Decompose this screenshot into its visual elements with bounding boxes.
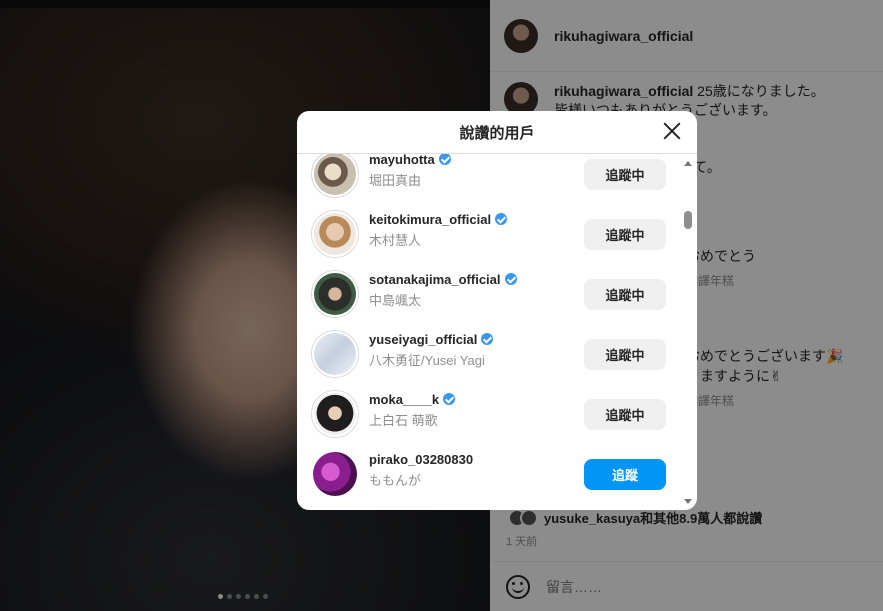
row-fullname: 堀田真由 [369,173,422,188]
list-item: moka____k 上白石 萌歌 追蹤中 [297,384,683,444]
list-item: yuseiyagi_official 八木勇征/Yusei Yagi 追蹤中 [297,324,683,384]
verified-badge-icon [504,273,517,285]
verified-badge-icon [495,213,508,225]
avatar[interactable] [311,154,359,198]
row-username[interactable]: keitokimura_official [369,212,491,227]
list-item: pirako_03280830 ももんが 追蹤 [297,444,683,504]
scrollbar-thumb[interactable] [684,211,692,229]
close-icon[interactable] [663,122,681,140]
row-fullname: 中島颯太 [369,293,422,308]
scrollbar[interactable] [683,161,693,504]
row-username[interactable]: mayuhotta [369,154,435,167]
following-button[interactable]: 追蹤中 [584,219,666,250]
avatar[interactable] [311,390,359,438]
following-button[interactable]: 追蹤中 [584,279,666,310]
likes-modal: 說讚的用戶 mayuhotta 堀田真由 追蹤中 keitokimura_off… [297,111,697,510]
row-fullname: ももんが [369,473,422,488]
row-username[interactable]: sotanakajima_official [369,272,501,287]
follow-button[interactable]: 追蹤 [584,459,666,490]
modal-header: 說讚的用戶 [297,111,697,154]
scroll-down-arrow-icon[interactable] [684,499,692,504]
row-fullname: 上白石 萌歌 [369,413,438,428]
avatar[interactable] [311,270,359,318]
avatar[interactable] [311,330,359,378]
row-fullname: 八木勇征/Yusei Yagi [369,353,485,368]
avatar[interactable] [311,450,359,498]
list-item: keitokimura_official 木村慧人 追蹤中 [297,204,683,264]
likers-list[interactable]: mayuhotta 堀田真由 追蹤中 keitokimura_official … [297,154,683,510]
row-username[interactable]: pirako_03280830 [369,452,473,467]
verified-badge-icon [481,333,494,345]
modal-title: 說讚的用戶 [459,124,535,142]
list-item: mayuhotta 堀田真由 追蹤中 [297,154,683,204]
list-item: sotanakajima_official 中島颯太 追蹤中 [297,264,683,324]
row-username[interactable]: yuseiyagi_official [369,332,477,347]
following-button[interactable]: 追蹤中 [584,339,666,370]
verified-badge-icon [438,154,451,165]
row-username[interactable]: moka____k [369,392,439,407]
scroll-up-arrow-icon[interactable] [684,161,692,166]
following-button[interactable]: 追蹤中 [584,159,666,190]
avatar[interactable] [311,210,359,258]
following-button[interactable]: 追蹤中 [584,399,666,430]
row-fullname: 木村慧人 [369,233,422,248]
verified-badge-icon [443,393,456,405]
